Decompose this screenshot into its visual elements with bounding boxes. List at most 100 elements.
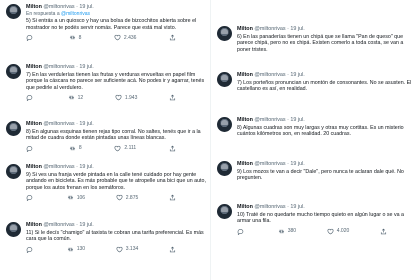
- like-button[interactable]: 1.943: [115, 94, 138, 101]
- tweet-date[interactable]: 19 jul.: [79, 222, 93, 228]
- like-count: 1.943: [124, 94, 138, 101]
- reply-button[interactable]: [26, 246, 36, 253]
- author-handle[interactable]: @miltonrivas: [43, 164, 74, 170]
- author-name[interactable]: Milton: [237, 204, 253, 210]
- tweet-text: 6) En las panaderías tienen un chipá que…: [237, 33, 404, 53]
- author-handle[interactable]: @miltonrivas: [254, 161, 285, 167]
- reply-button[interactable]: [237, 228, 247, 235]
- share-button[interactable]: [169, 194, 176, 201]
- tweet-date[interactable]: 19 jul.: [79, 164, 93, 170]
- separator: ·: [76, 121, 78, 127]
- tweet-text: 8) Algunas cuadras son muy largas y otra…: [237, 124, 404, 138]
- avatar[interactable]: [217, 204, 232, 219]
- retweet-icon: [67, 246, 74, 253]
- reply-context: En respuesta a @miltonrivas: [26, 11, 206, 18]
- reply-icon: [26, 34, 33, 42]
- author-name[interactable]: Milton: [237, 26, 253, 32]
- avatar[interactable]: [217, 161, 232, 176]
- author-handle[interactable]: @miltonrivas: [43, 121, 74, 127]
- author-handle[interactable]: @miltonrivas: [254, 26, 285, 32]
- retweet-button[interactable]: 12: [68, 94, 83, 101]
- share-button[interactable]: [380, 228, 387, 235]
- tweet-date[interactable]: 19 jul.: [290, 117, 304, 123]
- share-button[interactable]: [169, 145, 176, 152]
- author-handle[interactable]: @miltonrivas: [43, 64, 74, 70]
- separator: ·: [287, 26, 289, 32]
- tweet-date[interactable]: 19 jul.: [290, 72, 304, 78]
- retweet-icon: [67, 194, 74, 201]
- retweet-button[interactable]: 380: [278, 228, 296, 235]
- right-column: Milton @miltonrivas · 19 jul. 6) En las …: [210, 0, 420, 280]
- like-button[interactable]: 4.020: [327, 228, 349, 235]
- like-count: 2.436: [123, 34, 137, 41]
- author-name[interactable]: Milton: [26, 121, 42, 127]
- tweet-header: Milton @miltonrivas · 19 jul.: [26, 4, 206, 11]
- tweet[interactable]: Milton @miltonrivas · 19 jul. 9) Si ves …: [6, 164, 206, 202]
- tweet[interactable]: Milton @miltonrivas · 19 jul. 10) Traté …: [217, 204, 416, 235]
- tweet-date[interactable]: 19 jul.: [290, 26, 304, 32]
- author-name[interactable]: Milton: [237, 72, 253, 78]
- reply-button[interactable]: [26, 145, 36, 152]
- tweet-actions: 8 2.436: [26, 34, 176, 42]
- tweet[interactable]: Milton @miltonrivas · 19 jul. 8) Algunas…: [217, 117, 416, 138]
- tweet-collage: Milton @miltonrivas · 19 jul. En respues…: [0, 0, 420, 280]
- author-handle[interactable]: @miltonrivas: [43, 4, 74, 10]
- avatar[interactable]: [6, 222, 21, 237]
- reply-button[interactable]: [26, 194, 36, 202]
- author-handle[interactable]: @miltonrivas: [43, 222, 74, 228]
- tweet-header: Milton @miltonrivas · 19 jul.: [26, 164, 206, 171]
- avatar[interactable]: [217, 26, 232, 41]
- tweet[interactable]: Milton @miltonrivas · 19 jul. 7) Los por…: [217, 72, 416, 93]
- share-icon: [380, 228, 387, 235]
- tweet[interactable]: Milton @miltonrivas · 19 jul. En respues…: [6, 4, 206, 42]
- tweet[interactable]: Milton @miltonrivas · 19 jul. 7) En las …: [6, 64, 206, 102]
- author-name[interactable]: Milton: [237, 117, 253, 123]
- like-count: 2.875: [125, 194, 139, 201]
- reply-button[interactable]: [26, 34, 36, 42]
- tweet[interactable]: Milton @miltonrivas · 19 jul. 11) Si le …: [6, 222, 206, 253]
- retweet-button[interactable]: 106: [67, 194, 85, 201]
- author-name[interactable]: Milton: [237, 161, 253, 167]
- tweet-text: 9) Si ves una franja verde pintada en la…: [26, 171, 206, 191]
- retweet-button[interactable]: 8: [69, 34, 81, 41]
- tweet-date[interactable]: 19 jul.: [79, 121, 93, 127]
- share-button[interactable]: [169, 34, 176, 41]
- like-button[interactable]: 3.134: [116, 246, 138, 253]
- retweet-button[interactable]: 8: [69, 145, 82, 152]
- reply-icon: [26, 194, 33, 202]
- tweet[interactable]: Milton @miltonrivas · 19 jul. 9) Los moz…: [217, 161, 416, 182]
- tweet-text: 7) Los porteños pronuncian un montón de …: [237, 79, 412, 93]
- author-name[interactable]: Milton: [26, 222, 42, 228]
- tweet[interactable]: Milton @miltonrivas · 19 jul. 6) En las …: [217, 26, 416, 53]
- author-handle[interactable]: @miltonrivas: [254, 72, 285, 78]
- tweet-date[interactable]: 19 jul.: [290, 161, 304, 167]
- separator: ·: [287, 204, 289, 210]
- avatar[interactable]: [6, 121, 21, 136]
- share-button[interactable]: [169, 94, 176, 101]
- share-icon: [169, 246, 176, 253]
- tweet-date[interactable]: 19 jul.: [290, 204, 304, 210]
- author-handle[interactable]: @miltonrivas: [254, 204, 285, 210]
- like-button[interactable]: 2.875: [116, 194, 139, 201]
- avatar[interactable]: [217, 117, 232, 132]
- avatar[interactable]: [6, 164, 21, 179]
- like-button[interactable]: 2.436: [114, 34, 137, 41]
- like-button[interactable]: 2.111: [114, 145, 136, 152]
- tweet-date[interactable]: 19 jul.: [79, 64, 93, 70]
- author-name[interactable]: Milton: [26, 164, 42, 170]
- tweet[interactable]: Milton @miltonrivas · 19 jul. 8) En algu…: [6, 121, 206, 152]
- author-name[interactable]: Milton: [26, 64, 42, 70]
- avatar[interactable]: [6, 4, 21, 19]
- heart-icon: [114, 34, 121, 41]
- separator: ·: [76, 222, 78, 228]
- share-button[interactable]: [169, 246, 176, 253]
- author-handle[interactable]: @miltonrivas: [254, 117, 285, 123]
- avatar[interactable]: [6, 64, 21, 79]
- tweet-date[interactable]: 19 jul.: [79, 4, 93, 10]
- reply-mention[interactable]: @miltonrivas: [61, 11, 90, 17]
- reply-icon: [26, 145, 33, 152]
- retweet-button[interactable]: 130: [67, 246, 85, 253]
- author-name[interactable]: Milton: [26, 4, 42, 10]
- reply-button[interactable]: [26, 94, 36, 102]
- avatar[interactable]: [217, 72, 232, 87]
